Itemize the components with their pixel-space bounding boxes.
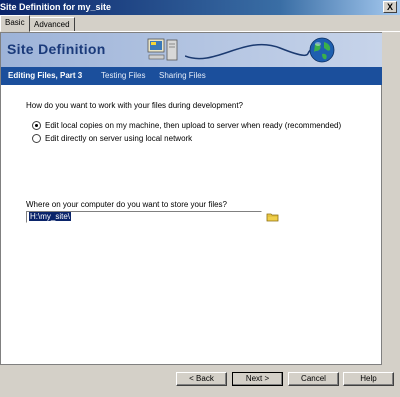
header-banner: Site Definition [1, 33, 382, 67]
local-folder-input[interactable]: H:\my_site\ [26, 211, 262, 223]
option-edit-local[interactable]: Edit local copies on my machine, then up… [32, 120, 341, 131]
help-button[interactable]: Help [343, 372, 394, 386]
radio-edit-local[interactable] [32, 121, 41, 130]
window-title: Site Definition for my_site [0, 2, 112, 12]
cancel-button[interactable]: Cancel [288, 372, 339, 386]
step-nav: Editing Files, Part 3 Testing Files Shar… [1, 67, 382, 85]
network-line [185, 43, 311, 60]
close-button[interactable]: X [383, 1, 397, 13]
computer-icon [147, 38, 178, 61]
tab-strip: Basic Advanced [0, 15, 400, 32]
globe-icon [309, 37, 335, 63]
option-edit-local-label: Edit local copies on my machine, then up… [45, 121, 342, 130]
option-edit-server[interactable]: Edit directly on server using local netw… [32, 133, 192, 144]
step-sharing-files: Sharing Files [159, 71, 206, 80]
banner-title: Site Definition [7, 41, 106, 57]
radio-edit-server[interactable] [32, 134, 41, 143]
title-bar: Site Definition for my_site X [0, 0, 400, 15]
step-editing-files: Editing Files, Part 3 [8, 71, 83, 80]
workflow-question: How do you want to work with your files … [26, 101, 243, 110]
folder-icon[interactable] [266, 211, 279, 223]
back-button[interactable]: < Back [176, 372, 227, 386]
wizard-content: Site Definition Editing Files, Part 3 Te… [0, 32, 382, 365]
store-location-label: Where on your computer do you want to st… [26, 200, 227, 209]
local-folder-value: H:\my_site\ [29, 212, 72, 221]
tab-basic[interactable]: Basic [0, 15, 30, 32]
next-button[interactable]: Next > [232, 372, 283, 386]
step-testing-files: Testing Files [101, 71, 146, 80]
tab-advanced[interactable]: Advanced [29, 17, 75, 32]
option-edit-server-label: Edit directly on server using local netw… [45, 134, 193, 143]
